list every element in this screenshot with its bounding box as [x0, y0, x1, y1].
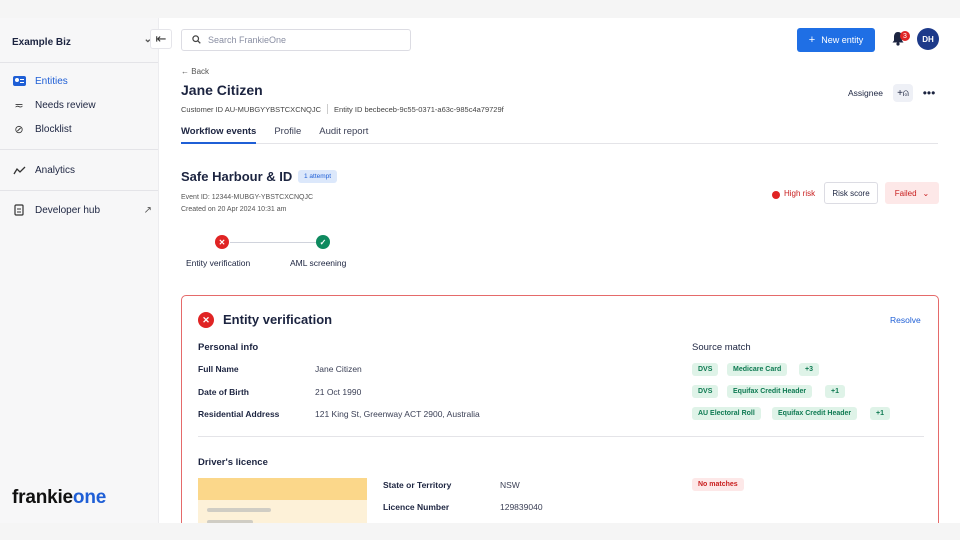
field-label: Date of Birth	[198, 387, 249, 397]
search-input[interactable]: Search FrankieOne	[181, 29, 411, 51]
field-value: 129839040	[500, 502, 543, 512]
sidebar-item-developer-hub[interactable]: Developer hub ↗	[12, 202, 152, 218]
sidebar-item-blocklist[interactable]: ⊘ Blocklist	[12, 121, 152, 137]
entities-icon	[12, 75, 26, 87]
plus-icon: +	[808, 34, 816, 46]
sidebar-item-label: Needs review	[35, 99, 96, 111]
licence-header-band	[198, 478, 367, 500]
divider	[327, 104, 329, 114]
add-assignee-button[interactable]: +⍝	[893, 84, 913, 102]
source-chip[interactable]: DVS	[692, 363, 719, 376]
new-entity-button[interactable]: + New entity	[797, 28, 875, 52]
status-dropdown[interactable]: Failed ⌄	[885, 182, 939, 204]
sidebar-item-analytics[interactable]: Analytics	[12, 162, 152, 178]
risk-level: High risk	[784, 189, 816, 198]
resolve-link[interactable]: Resolve	[890, 315, 921, 325]
entity-ids: Customer ID AU-MUBGYYBSTCXCNQJC Entity I…	[181, 104, 504, 114]
field-label: State or Territory	[383, 480, 452, 490]
more-options-icon[interactable]: •••	[920, 84, 938, 102]
notification-badge: 3	[900, 31, 910, 41]
sidebar-item-label: Entities	[35, 75, 68, 87]
licence-image[interactable]	[198, 478, 367, 523]
field-label: Full Name	[198, 364, 239, 374]
org-name: Example Biz	[12, 36, 71, 48]
source-chip[interactable]: DVS	[692, 385, 719, 398]
sidebar-divider	[0, 149, 158, 150]
workflow-title: Safe Harbour & ID	[181, 169, 293, 184]
chevron-down-icon: ⌄	[922, 188, 930, 198]
attempt-badge[interactable]: 1 attempt	[298, 170, 338, 183]
avatar[interactable]: DH	[917, 28, 939, 50]
personal-info-heading: Personal info	[198, 342, 259, 353]
field-value: 121 King St, Greenway ACT 2900, Australi…	[315, 409, 480, 419]
tab-profile[interactable]: Profile	[274, 126, 301, 144]
field-label: Licence Number	[383, 502, 450, 512]
sidebar-item-label: Analytics	[35, 164, 76, 176]
source-chip-more[interactable]: +1	[870, 407, 890, 420]
event-id: Event ID: 12344-MUBGY-YBSTCXCNQJC	[181, 194, 314, 201]
tab-workflow-events[interactable]: Workflow events	[181, 126, 257, 144]
source-match-heading: Source match	[692, 342, 751, 353]
collapse-sidebar-icon[interactable]: ⇤	[150, 29, 172, 49]
card-title: Entity verification	[223, 312, 333, 327]
sidebar-item-needs-review[interactable]: ≂ Needs review	[12, 97, 152, 113]
risk-score-button[interactable]: Risk score	[824, 182, 878, 204]
search-placeholder: Search FrankieOne	[208, 35, 287, 45]
failed-icon: ✕	[198, 312, 214, 328]
source-chip-more[interactable]: +1	[825, 385, 845, 398]
back-link[interactable]: ← Back	[181, 67, 209, 76]
source-chip[interactable]: Medicare Card	[727, 363, 788, 376]
sidebar: Example Biz ⌄ Entities ≂ Needs review ⊘ …	[0, 18, 159, 523]
no-matches-badge: No matches	[692, 478, 744, 491]
frankieone-logo: frankieone	[12, 487, 107, 508]
org-switcher[interactable]: Example Biz ⌄	[12, 34, 158, 50]
sidebar-item-label: Developer hub	[35, 204, 101, 216]
field-value: Jane Citizen	[315, 364, 362, 374]
entity-id: Entity ID becbeceb-9c55-0371-a63c-985c4a…	[334, 104, 504, 114]
entity-name: Jane Citizen	[181, 82, 263, 98]
sidebar-divider	[0, 190, 158, 191]
field-label: Residential Address	[198, 409, 280, 419]
step-label-aml-screening[interactable]: AML screening	[290, 258, 346, 268]
field-value: NSW	[500, 480, 520, 490]
needs-review-icon: ≂	[14, 99, 24, 112]
licence-line	[207, 520, 253, 523]
section-divider	[198, 436, 924, 437]
sidebar-item-entities[interactable]: Entities	[12, 73, 152, 89]
created-date: Created on 20 Apr 2024 10:31 am	[181, 206, 287, 213]
step-label-entity-verification[interactable]: Entity verification	[186, 258, 250, 268]
assignee-label: Assignee	[848, 88, 883, 98]
field-value: 21 Oct 1990	[315, 387, 362, 397]
step-connector	[230, 242, 316, 243]
drivers-licence-heading: Driver's licence	[198, 457, 268, 468]
source-chip-more[interactable]: +3	[799, 363, 819, 376]
tab-audit-report[interactable]: Audit report	[319, 126, 368, 144]
entity-verification-card: ✕ Entity verification Resolve Personal i…	[181, 295, 939, 523]
status-label: Failed	[894, 188, 917, 198]
risk-dot-icon	[772, 191, 780, 199]
add-user-icon: +⍝	[897, 87, 909, 99]
developer-hub-icon	[12, 204, 26, 216]
blocklist-icon: ⊘	[14, 123, 24, 136]
step-passed-icon[interactable]: ✓	[316, 235, 330, 249]
analytics-icon	[12, 164, 26, 176]
tab-bar: Workflow events Profile Audit report	[181, 126, 938, 144]
source-chip[interactable]: Equifax Credit Header	[727, 385, 813, 398]
external-link-icon[interactable]: ↗	[144, 205, 152, 216]
arrow-left-icon: ←	[181, 67, 189, 76]
licence-line	[207, 508, 271, 512]
step-failed-icon[interactable]: ✕	[215, 235, 229, 249]
sidebar-item-label: Blocklist	[35, 123, 72, 135]
source-chip[interactable]: AU Electoral Roll	[692, 407, 761, 420]
source-chip[interactable]: Equifax Credit Header	[772, 407, 858, 420]
search-icon	[192, 34, 201, 46]
app-window: Example Biz ⌄ Entities ≂ Needs review ⊘ …	[0, 18, 960, 523]
sidebar-divider	[0, 62, 158, 63]
customer-id: Customer ID AU-MUBGYYBSTCXCNQJC	[181, 104, 322, 114]
